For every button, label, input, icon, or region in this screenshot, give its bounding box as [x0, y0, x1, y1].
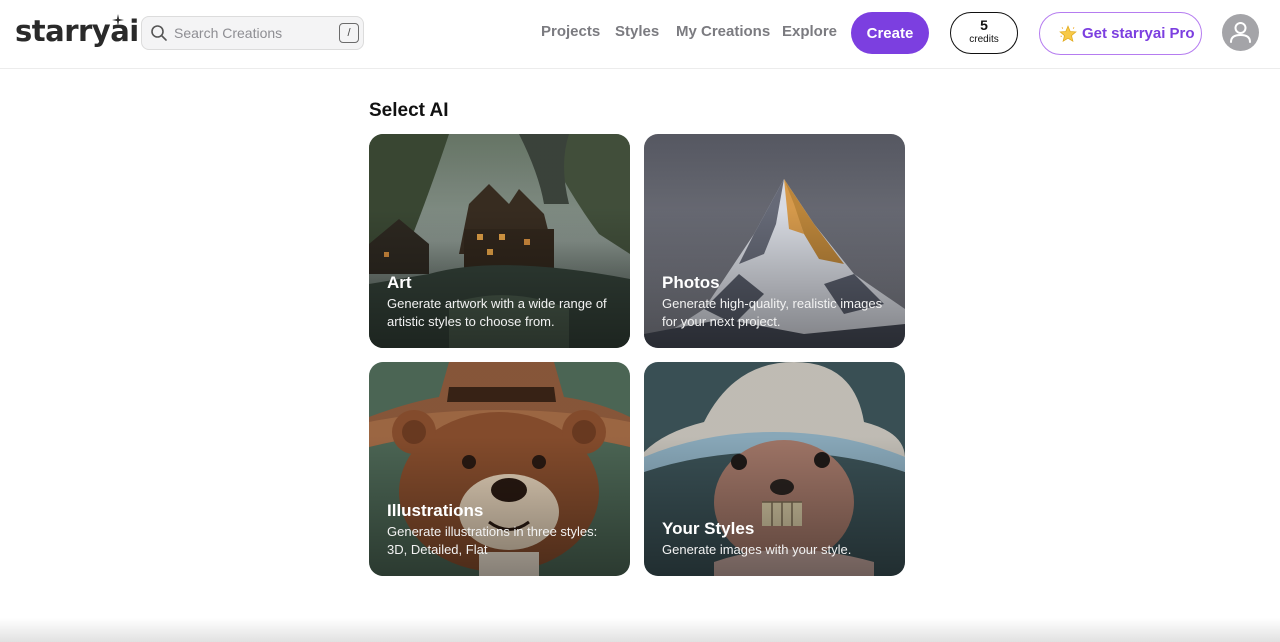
card-your-styles[interactable]: Your Styles Generate images with your st… [644, 362, 905, 576]
card-title: Illustrations [387, 501, 484, 520]
bottom-fade [0, 618, 1280, 642]
nav-projects[interactable]: Projects [541, 23, 600, 40]
sparkle-icon [112, 14, 124, 26]
page-title: Select AI [369, 100, 449, 121]
card-title: Photos [662, 273, 720, 292]
credits-label: credits [969, 34, 999, 45]
search-icon [151, 25, 167, 41]
user-icon [1230, 22, 1251, 43]
card-art[interactable]: Art Generate artwork with a wide range o… [369, 134, 630, 348]
star-icon [1059, 25, 1077, 42]
card-description: Generate artwork with a wide range of ar… [387, 296, 607, 329]
card-photos[interactable]: Photos Generate high-quality, realistic … [644, 134, 905, 348]
nav-my-creations[interactable]: My Creations [676, 23, 770, 40]
get-pro-label: Get starryai Pro [1082, 25, 1195, 42]
card-description: Generate illustrations in three styles: … [387, 524, 598, 557]
credits-count: 5 [980, 17, 988, 33]
create-button[interactable]: Create [851, 12, 929, 54]
nav-explore[interactable]: Explore [782, 23, 837, 40]
card-title: Your Styles [662, 519, 755, 538]
top-navbar: starryai / Projects Styles My Creations … [0, 0, 1280, 69]
search-bar[interactable]: / [141, 16, 364, 50]
shortcut-key-hint: / [339, 23, 359, 43]
credits-badge[interactable]: 5 credits [950, 12, 1018, 54]
avatar[interactable] [1222, 14, 1259, 51]
get-pro-button[interactable]: Get starryai Pro [1039, 12, 1202, 55]
nav-styles[interactable]: Styles [615, 23, 659, 40]
card-description: Generate images with your style. [662, 542, 852, 557]
card-title: Art [387, 273, 412, 292]
card-illustrations[interactable]: Illustrations Generate illustrations in … [369, 362, 630, 576]
card-description: Generate high-quality, realistic images … [662, 296, 883, 329]
search-input[interactable] [174, 20, 324, 46]
